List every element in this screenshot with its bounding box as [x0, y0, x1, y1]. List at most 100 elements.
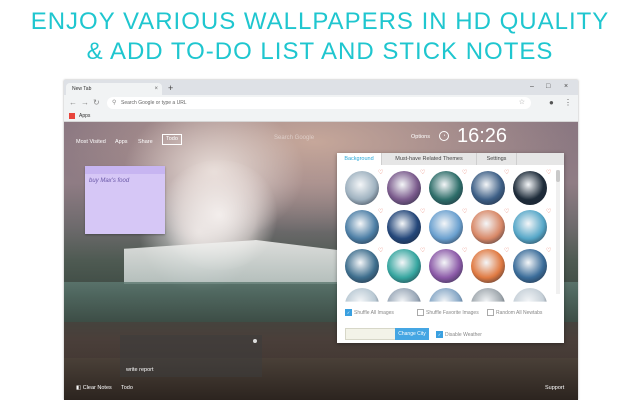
new-tab-button[interactable]: +	[168, 82, 173, 94]
clock: 16:26	[457, 125, 508, 147]
todo-toggle-icon[interactable]	[253, 339, 257, 343]
todo-widget[interactable]: write report	[120, 335, 262, 377]
random-newtabs-checkbox[interactable]	[487, 309, 494, 316]
wallpaper-thumbnail[interactable]	[471, 249, 505, 283]
panel-scrollbar[interactable]	[556, 170, 560, 294]
search-hint[interactable]: Search Google	[274, 135, 314, 141]
change-city-button[interactable]: Change City	[395, 328, 429, 340]
city-input[interactable]	[345, 328, 397, 340]
apps-grid-icon[interactable]	[69, 113, 75, 119]
apps-link[interactable]: Apps	[115, 138, 128, 146]
reload-icon[interactable]: ↻	[93, 98, 100, 108]
favorite-heart-icon[interactable]: ♡	[504, 209, 509, 215]
options-link[interactable]: Options	[411, 134, 430, 140]
tab-close-icon[interactable]: ×	[154, 83, 158, 95]
wallpaper-grid: ♡ ♡ ♡ ♡ ♡ ♡ ♡ ♡ ♡ ♡ ♡ ♡ ♡ ♡ ♡	[345, 170, 555, 302]
back-icon[interactable]: ←	[69, 98, 77, 108]
wallpaper-thumbnail[interactable]	[387, 210, 421, 244]
wallpaper-thumbnail[interactable]	[345, 210, 379, 244]
close-window-icon[interactable]: ×	[564, 82, 568, 92]
shuffle-all-label: Shuffle All Images	[354, 309, 394, 316]
shuffle-all-option[interactable]: ✓ Shuffle All Images	[345, 309, 394, 317]
wallpaper-thumbnail[interactable]	[429, 249, 463, 283]
weather-icon[interactable]: ◔	[439, 131, 449, 141]
wallpaper-thumbnail[interactable]	[387, 249, 421, 283]
favorite-heart-icon[interactable]: ♡	[546, 209, 551, 215]
favorite-heart-icon[interactable]: ♡	[378, 209, 383, 215]
tab-related-themes[interactable]: Must-have Related Themes	[382, 153, 477, 165]
tab-strip: New Tab × + – □ ×	[64, 80, 578, 95]
favorite-heart-icon[interactable]: ♡	[546, 248, 551, 254]
wallpaper-thumbnail[interactable]	[513, 210, 547, 244]
favorite-heart-icon[interactable]: ♡	[504, 248, 509, 254]
wallpaper-thumbnail[interactable]	[345, 171, 379, 205]
disable-weather-option[interactable]: ✓ Disable Weather	[436, 331, 482, 339]
favorite-heart-icon[interactable]: ♡	[420, 170, 425, 176]
options-panel: Background Must-have Related Themes Sett…	[337, 153, 564, 343]
wallpaper-thumbnail[interactable]	[345, 249, 379, 283]
most-visited-link[interactable]: Most Visited	[76, 138, 106, 146]
favorite-heart-icon[interactable]: ♡	[378, 170, 383, 176]
account-icon[interactable]: ●	[549, 98, 554, 108]
share-link[interactable]: Share	[138, 138, 153, 146]
panel-tabs: Background Must-have Related Themes Sett…	[337, 153, 564, 165]
tab-settings[interactable]: Settings	[477, 153, 517, 165]
todo-item-text[interactable]: write report	[126, 367, 154, 373]
clear-notes-icon: ◧	[76, 385, 82, 391]
favorite-heart-icon[interactable]: ♡	[462, 209, 467, 215]
shuffle-all-checkbox[interactable]: ✓	[345, 309, 352, 316]
favorite-heart-icon[interactable]: ♡	[546, 170, 551, 176]
wallpaper-thumbnail[interactable]	[429, 210, 463, 244]
clear-notes-label: Clear Notes	[82, 385, 112, 391]
omnibox[interactable]: ⚲ Search Google or type a URL ☆	[107, 97, 531, 109]
favorite-heart-icon[interactable]: ♡	[504, 170, 509, 176]
scrollbar-thumb[interactable]	[556, 170, 560, 182]
wallpaper-thumbnail[interactable]	[387, 171, 421, 205]
disable-weather-checkbox[interactable]: ✓	[436, 331, 443, 338]
forward-icon[interactable]: →	[81, 98, 89, 108]
tab-background[interactable]: Background	[337, 153, 382, 165]
browser-toolbar: ← → ↻ ⚲ Search Google or type a URL ☆ ● …	[64, 95, 578, 111]
sticky-note[interactable]: buy Max's food	[85, 166, 165, 234]
support-link[interactable]: Support	[545, 385, 564, 391]
tab-title: New Tab	[72, 86, 92, 92]
wallpaper-thumbnail[interactable]	[429, 288, 463, 302]
search-icon: ⚲	[112, 100, 117, 106]
wallpaper-thumbnail[interactable]	[471, 171, 505, 205]
wallpaper-thumbnail[interactable]	[387, 288, 421, 302]
headline-line-2: & ADD TO-DO LIST AND STICK NOTES	[86, 38, 554, 65]
wallpaper-thumbnail[interactable]	[513, 171, 547, 205]
wallpaper-thumbnail[interactable]	[471, 288, 505, 302]
bookmark-apps[interactable]: Apps	[79, 111, 90, 121]
browser-tab[interactable]: New Tab ×	[66, 83, 162, 95]
random-newtabs-option[interactable]: Random All Newtabs	[487, 309, 542, 317]
shuffle-favorite-option[interactable]: Shuffle Favorite Images	[417, 309, 479, 317]
shuffle-favorite-label: Shuffle Favorite Images	[426, 309, 479, 316]
sticky-note-text[interactable]: buy Max's food	[89, 178, 129, 184]
todo-button[interactable]: Todo	[162, 134, 182, 145]
shuffle-favorite-checkbox[interactable]	[417, 309, 424, 316]
clear-notes-link[interactable]: ◧ Clear Notes	[76, 385, 112, 391]
bottom-todo-link[interactable]: Todo	[121, 385, 133, 391]
favorite-heart-icon[interactable]: ♡	[420, 248, 425, 254]
waterfall-image	[124, 240, 364, 284]
browser-window: New Tab × + – □ × ← → ↻ ⚲ Search Google …	[64, 80, 578, 400]
bookmark-star-icon[interactable]: ☆	[519, 97, 525, 109]
menu-icon[interactable]: ⋮	[564, 98, 572, 108]
favorite-heart-icon[interactable]: ♡	[420, 209, 425, 215]
favorite-heart-icon[interactable]: ♡	[462, 170, 467, 176]
wallpaper-thumbnail[interactable]	[471, 210, 505, 244]
favorite-heart-icon[interactable]: ♡	[462, 248, 467, 254]
headline-line-1: ENJOY VARIOUS WALLPAPERS IN HD QUALITY	[30, 8, 610, 35]
maximize-icon[interactable]: □	[546, 82, 550, 92]
random-newtabs-label: Random All Newtabs	[496, 309, 543, 316]
favorite-heart-icon[interactable]: ♡	[378, 248, 383, 254]
wallpaper-thumbnail[interactable]	[513, 249, 547, 283]
wallpaper-thumbnail[interactable]	[345, 288, 379, 302]
wallpaper-thumbnail[interactable]	[429, 171, 463, 205]
wallpaper-thumbnail[interactable]	[513, 288, 547, 302]
minimize-icon[interactable]: –	[530, 82, 534, 92]
disable-weather-label: Disable Weather	[445, 331, 482, 338]
omnibox-placeholder: Search Google or type a URL	[121, 100, 187, 106]
bookmarks-bar: Apps	[64, 111, 578, 122]
